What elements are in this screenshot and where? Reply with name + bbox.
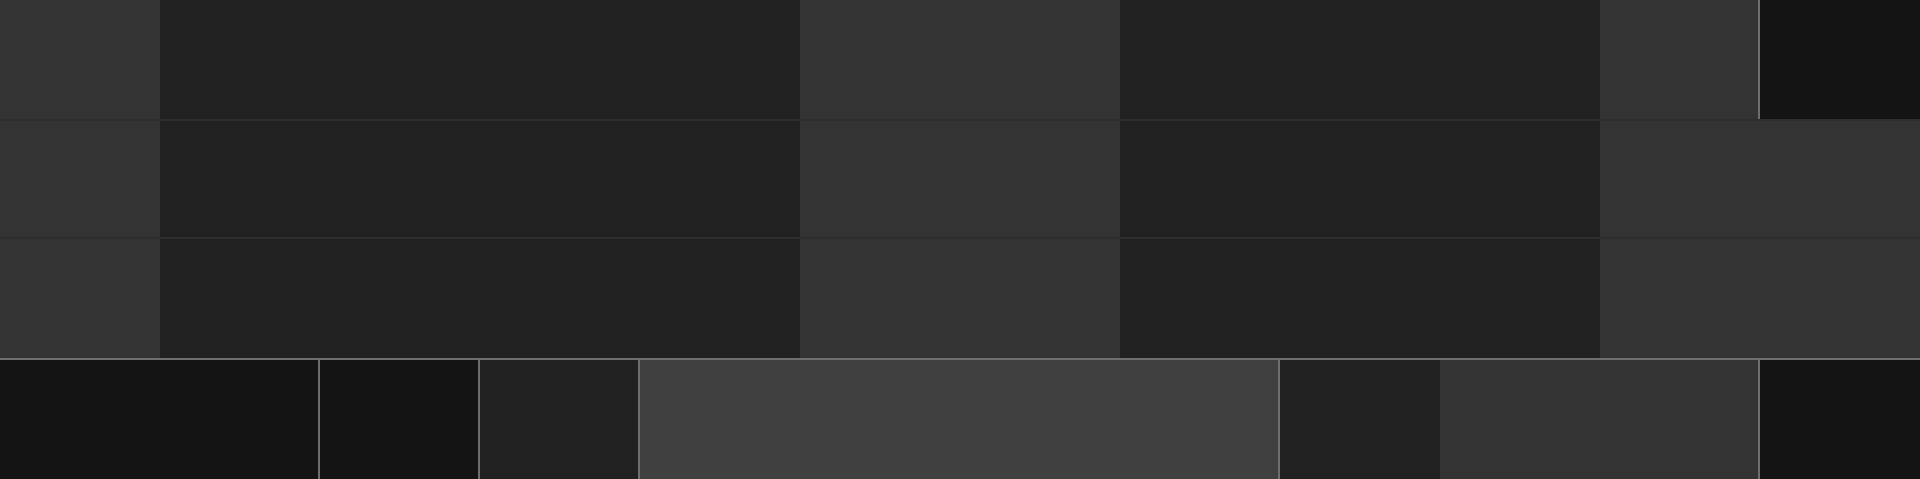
bottom-segment-6[interactable]: [1440, 360, 1758, 479]
bottom-separator-5: [1758, 360, 1760, 479]
grid-cell-r3-c3[interactable]: [800, 239, 1120, 358]
bottom-segment-3[interactable]: [480, 360, 638, 479]
bottom-segment-7[interactable]: [1760, 360, 1920, 479]
bottom-segment-1[interactable]: [0, 360, 318, 479]
grid-cell-r1-c3[interactable]: [800, 0, 1120, 120]
grid-cell-r2-c4[interactable]: [1120, 121, 1600, 237]
grid-cell-r1-c1[interactable]: [0, 0, 160, 120]
grid-cell-r3-c2[interactable]: [160, 239, 800, 358]
grid-cell-r1-c6-selected[interactable]: [1758, 0, 1920, 121]
grid-cell-r2-c2[interactable]: [160, 121, 800, 237]
grid-cell-r3-c4[interactable]: [1120, 239, 1600, 358]
bottom-segment-4-active[interactable]: [640, 360, 1278, 479]
bottom-segment-2[interactable]: [320, 360, 478, 479]
bottom-separator-1: [318, 360, 320, 479]
bottom-separator-4: [1278, 360, 1280, 479]
grid-divider-2: [0, 237, 1920, 239]
ui-canvas: [0, 0, 1920, 479]
grid-cell-r3-c5[interactable]: [1600, 239, 1920, 358]
bottom-separator-3: [638, 360, 640, 479]
grid-cell-r1-c4[interactable]: [1120, 0, 1600, 120]
bottom-segment-5[interactable]: [1280, 360, 1440, 479]
grid-cell-r3-c1[interactable]: [0, 239, 160, 358]
bottom-separator-2: [478, 360, 480, 479]
grid-cell-r1-c5[interactable]: [1600, 0, 1760, 120]
grid-cell-r2-c5[interactable]: [1600, 121, 1920, 237]
grid-cell-r1-c2[interactable]: [160, 0, 800, 120]
grid-cell-r2-c3[interactable]: [800, 121, 1120, 237]
grid-divider-1: [0, 119, 1920, 121]
grid-cell-r2-c1[interactable]: [0, 121, 160, 237]
